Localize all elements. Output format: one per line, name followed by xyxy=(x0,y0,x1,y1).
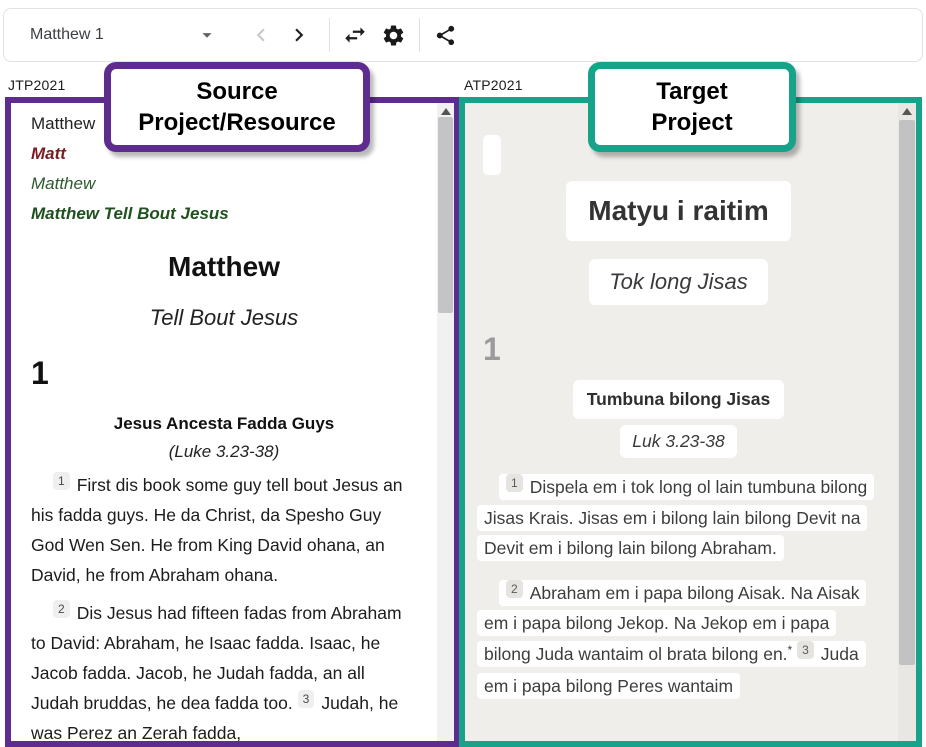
verse-number-badge: 1 xyxy=(53,472,70,490)
source-subtitle: Tell Bout Jesus xyxy=(31,305,417,331)
target-parallel-reference[interactable]: Luk 3.23-38 xyxy=(620,425,736,458)
book-chapter-label: Matthew 1 xyxy=(30,26,104,44)
source-scrollbar[interactable] xyxy=(437,103,454,741)
scroll-up-icon xyxy=(441,108,451,115)
settings-button[interactable] xyxy=(381,23,406,48)
target-text-editor[interactable]: Matyu i raitim Tok long Jisas 1 Tumbuna … xyxy=(465,103,898,741)
source-annotation-label: Source Project/Resource xyxy=(104,62,370,152)
caret-down-icon xyxy=(196,24,218,46)
verse-number-badge: 2 xyxy=(53,600,70,618)
scroll-up-button[interactable] xyxy=(898,103,916,119)
previous-chapter-button[interactable] xyxy=(248,22,274,48)
target-annotation-label: Target Project xyxy=(588,62,796,152)
verse-text: First dis book some guy tell bout Jesus … xyxy=(31,475,403,585)
target-scrollbar[interactable] xyxy=(898,103,916,741)
verse-number-badge: 3 xyxy=(298,690,315,708)
gear-icon xyxy=(381,23,406,48)
swap-panes-button[interactable] xyxy=(342,22,368,48)
verse-text: Dispela em i tok long ol lain tumbuna bi… xyxy=(484,477,867,558)
source-scrollbar-thumb[interactable] xyxy=(438,117,453,313)
target-annotation-line2: Project xyxy=(601,107,783,138)
source-annotation-line2: Project/Resource xyxy=(117,107,357,138)
source-main-title: Matthew xyxy=(31,251,417,283)
next-chapter-button[interactable] xyxy=(286,22,312,48)
target-main-title[interactable]: Matyu i raitim xyxy=(566,181,790,241)
verse-number-badge: 1 xyxy=(506,474,523,492)
source-text-view[interactable]: Matthew Matt Matthew Matthew Tell Bout J… xyxy=(11,103,437,741)
footnote-marker[interactable]: * xyxy=(788,643,793,657)
verse-segment[interactable]: 1Dispela em i tok long ol lain tumbuna b… xyxy=(477,474,874,561)
source-annotation-line1: Source xyxy=(117,76,357,107)
verse-number-badge: 3 xyxy=(797,641,814,659)
toolbar: Matthew 1 xyxy=(3,8,923,62)
source-verse-paragraph: 1First dis book some guy tell bout Jesus… xyxy=(31,470,417,590)
target-subtitle[interactable]: Tok long Jisas xyxy=(589,259,768,305)
toolbar-divider xyxy=(329,18,330,52)
target-scrollbar-thumb[interactable] xyxy=(899,120,915,665)
share-icon xyxy=(434,24,457,47)
toolbar-divider xyxy=(419,18,420,52)
chevron-right-icon xyxy=(286,22,312,48)
source-section-heading: Jesus Ancesta Fadda Guys xyxy=(31,414,417,434)
source-verse-paragraph: 2Dis Jesus had fifteen fadas from Abraha… xyxy=(31,598,417,741)
verse-segment[interactable]: 2Abraham em i papa bilong Aisak. Na Aisa… xyxy=(477,580,866,700)
source-parallel-reference: (Luke 3.23-38) xyxy=(31,442,417,462)
target-section-heading[interactable]: Tumbuna bilong Jisas xyxy=(573,380,784,419)
source-chapter-number: 1 xyxy=(31,355,417,392)
source-toc-long-name: Matthew Tell Bout Jesus xyxy=(31,199,417,229)
book-chapter-selector[interactable]: Matthew 1 xyxy=(30,24,218,46)
target-project-id: ATP2021 xyxy=(464,77,523,93)
scroll-up-icon xyxy=(902,108,912,115)
empty-segment-placeholder[interactable] xyxy=(483,135,501,175)
verse-number-badge: 2 xyxy=(506,580,523,598)
source-project-id: JTP2021 xyxy=(8,77,65,93)
target-panel: Matyu i raitim Tok long Jisas 1 Tumbuna … xyxy=(459,97,922,747)
chevron-left-icon xyxy=(248,22,274,48)
target-verse-paragraph: 1Dispela em i tok long ol lain tumbuna b… xyxy=(477,472,880,564)
target-annotation-line1: Target xyxy=(601,76,783,107)
target-chapter-number: 1 xyxy=(483,331,880,368)
share-button[interactable] xyxy=(434,24,457,47)
target-verse-paragraph: 2Abraham em i papa bilong Aisak. Na Aisa… xyxy=(477,578,880,702)
source-panel: Matthew Matt Matthew Matthew Tell Bout J… xyxy=(5,97,460,747)
swap-arrows-icon xyxy=(342,22,368,48)
source-toc-name: Matthew xyxy=(31,169,417,199)
